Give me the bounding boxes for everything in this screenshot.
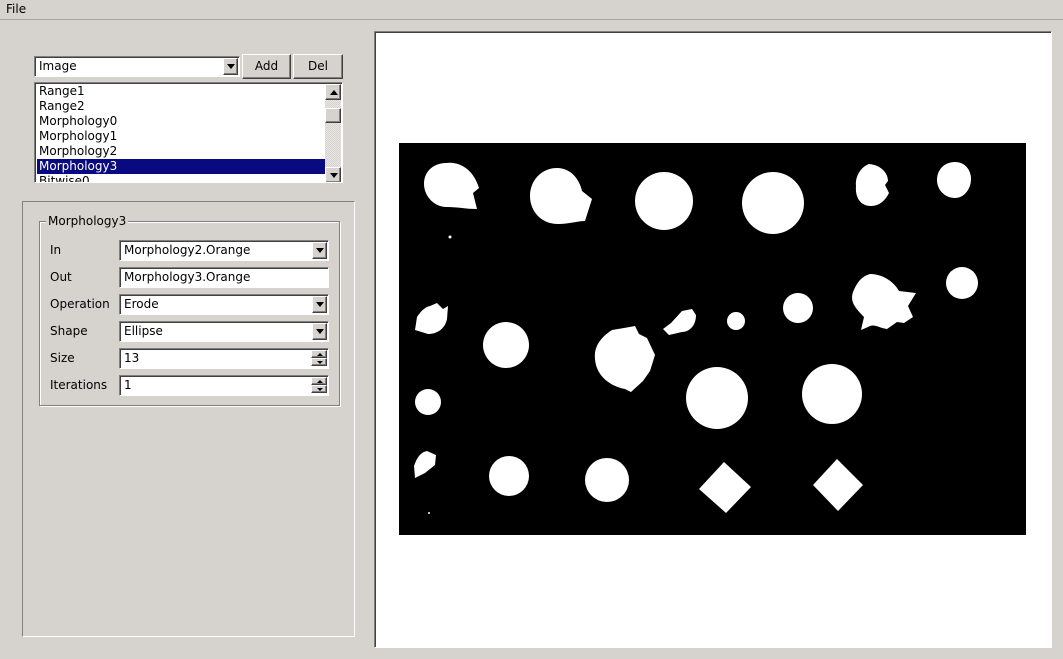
out-field[interactable]: Morphology3.Orange xyxy=(119,267,329,288)
list-item[interactable]: Morphology0 xyxy=(37,114,327,129)
blob xyxy=(946,267,978,299)
in-select[interactable]: Morphology2.Orange xyxy=(119,240,329,261)
blob xyxy=(585,458,629,502)
result-image xyxy=(399,143,1026,535)
out-value: Morphology3.Orange xyxy=(124,270,251,284)
add-button[interactable]: Add xyxy=(242,54,291,79)
blob xyxy=(483,322,529,368)
spin-up-icon[interactable] xyxy=(311,377,327,385)
size-value: 13 xyxy=(124,351,140,365)
blob xyxy=(428,512,430,514)
shape-label: Shape xyxy=(50,324,88,338)
out-label: Out xyxy=(50,270,72,284)
iterations-value: 1 xyxy=(124,378,132,392)
operation-value: Erode xyxy=(124,297,159,311)
blob xyxy=(742,172,804,234)
spin-down-icon[interactable] xyxy=(311,358,327,366)
list-item[interactable]: Morphology2 xyxy=(37,144,327,159)
list-item[interactable]: Morphology1 xyxy=(37,129,327,144)
iterations-label: Iterations xyxy=(50,378,108,392)
list-item-selected[interactable]: Morphology3 xyxy=(37,159,327,174)
menu-bar: File xyxy=(0,0,1063,20)
chevron-down-icon[interactable] xyxy=(312,242,327,259)
shape-value: Ellipse xyxy=(124,324,163,338)
filter-type-select[interactable]: Image xyxy=(34,56,240,77)
pipeline-list[interactable]: Range1 Range2 Morphology0 Morphology1 Mo… xyxy=(34,82,343,183)
blob xyxy=(415,389,441,415)
blob xyxy=(783,293,813,323)
iterations-spinbox[interactable]: 1 xyxy=(119,375,329,396)
scroll-up-button[interactable] xyxy=(325,84,341,100)
scroll-down-button[interactable] xyxy=(325,167,341,182)
blob xyxy=(635,172,693,230)
chevron-down-icon[interactable] xyxy=(312,323,327,340)
scroll-thumb[interactable] xyxy=(325,108,341,123)
blob xyxy=(802,364,862,424)
list-item[interactable]: Range2 xyxy=(37,99,327,114)
size-label: Size xyxy=(50,351,75,365)
filter-type-value: Image xyxy=(39,59,77,73)
blob xyxy=(448,235,452,239)
size-spinbox[interactable]: 13 xyxy=(119,348,329,369)
in-label: In xyxy=(50,243,62,257)
group-title: Morphology3 xyxy=(46,214,129,228)
operation-select[interactable]: Erode xyxy=(119,294,329,315)
spin-down-icon[interactable] xyxy=(311,385,327,393)
del-button[interactable]: Del xyxy=(293,54,343,79)
list-item[interactable]: Range1 xyxy=(37,84,327,99)
spin-up-icon[interactable] xyxy=(311,350,327,358)
blob xyxy=(489,456,529,496)
operation-label: Operation xyxy=(50,297,110,311)
blob xyxy=(727,312,745,330)
shape-select[interactable]: Ellipse xyxy=(119,321,329,342)
in-value: Morphology2.Orange xyxy=(124,243,251,257)
menu-file[interactable]: File xyxy=(6,2,26,16)
list-item[interactable]: Bitwise0 xyxy=(37,174,327,182)
chevron-down-icon[interactable] xyxy=(223,58,238,75)
chevron-down-icon[interactable] xyxy=(312,296,327,313)
blob xyxy=(686,367,748,429)
list-scrollbar[interactable] xyxy=(325,84,341,182)
